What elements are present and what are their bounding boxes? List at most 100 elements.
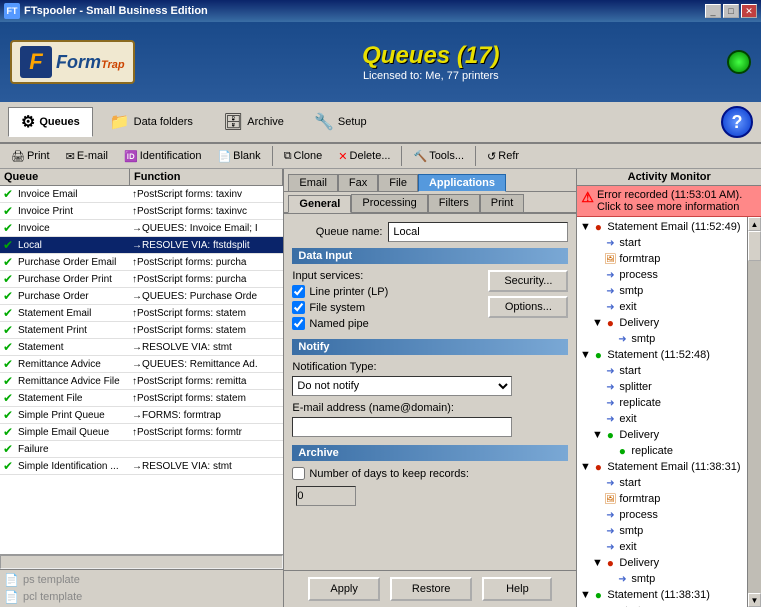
tree-item[interactable]: 🖼 formtrap <box>579 491 745 507</box>
archive-days-input[interactable] <box>296 486 356 506</box>
tab-print[interactable]: Print <box>480 194 525 212</box>
maximize-button[interactable]: □ <box>723 4 739 18</box>
refresh-button[interactable]: ↺ Refr <box>480 147 526 166</box>
email-address-input[interactable] <box>292 417 512 437</box>
tab-fax[interactable]: Fax <box>338 174 378 191</box>
tree-item[interactable]: ➜ start <box>579 475 745 491</box>
queue-item[interactable]: ✔ Invoice Print ↑PostScript forms: taxin… <box>0 203 283 220</box>
vscroll-up[interactable]: ▲ <box>748 217 761 231</box>
queue-item[interactable]: ✔ Statement →RESOLVE VIA: stmt <box>0 339 283 356</box>
queue-item[interactable]: ✔ Purchase Order →QUEUES: Purchase Orde <box>0 288 283 305</box>
tree-expand-icon[interactable]: ▼ <box>579 221 591 233</box>
tree-item[interactable]: ▼ ● Statement Email (11:38:31) <box>579 459 745 475</box>
tree-item[interactable]: ➜ exit <box>579 539 745 555</box>
close-button[interactable]: ✕ <box>741 4 757 18</box>
queue-item[interactable]: ✔ Remittance Advice →QUEUES: Remittance … <box>0 356 283 373</box>
tab-applications[interactable]: Applications <box>418 174 506 192</box>
queue-item[interactable]: ✔ Simple Identification ... →RESOLVE VIA… <box>0 458 283 475</box>
nav-archive[interactable]: 🗄 Archive <box>210 107 297 137</box>
queue-item[interactable]: ✔ Failure <box>0 441 283 458</box>
help-button[interactable]: ? <box>721 106 753 138</box>
tree-item[interactable]: ➜ splitter <box>579 379 745 395</box>
queue-status-icon: ✔ <box>0 254 16 270</box>
tab-file[interactable]: File <box>378 174 418 191</box>
help-form-button[interactable]: Help <box>482 577 552 601</box>
queue-name-input[interactable] <box>388 222 568 242</box>
queue-item[interactable]: ✔ Invoice →QUEUES: Invoice Email; I <box>0 220 283 237</box>
queue-item[interactable]: ✔ Statement Print ↑PostScript forms: sta… <box>0 322 283 339</box>
archive-checkbox[interactable] <box>292 467 305 480</box>
tab-email[interactable]: Email <box>288 174 338 191</box>
queue-item[interactable]: ✔ Statement Email ↑PostScript forms: sta… <box>0 305 283 322</box>
vscroll-down[interactable]: ▼ <box>748 593 761 607</box>
pcl-template[interactable]: 📄 pcl template <box>2 589 281 605</box>
activity-error[interactable]: ⚠ Error recorded (11:53:01 AM). Click to… <box>577 186 761 217</box>
tree-expand-icon[interactable]: ▼ <box>579 589 591 601</box>
minimize-button[interactable]: _ <box>705 4 721 18</box>
tree-vscrollbar[interactable]: ▲ ▼ <box>747 217 761 607</box>
tree-item[interactable]: ➜ exit <box>579 411 745 427</box>
tree-item[interactable]: ▼ ● Statement (11:38:31) <box>579 587 745 603</box>
tree-item[interactable]: ➜ smtp <box>579 523 745 539</box>
queue-item[interactable]: ✔ Simple Email Queue ↑PostScript forms: … <box>0 424 283 441</box>
blank-button[interactable]: 📄 Blank <box>210 147 267 166</box>
queue-item[interactable]: ✔ Statement File ↑PostScript forms: stat… <box>0 390 283 407</box>
tree-item[interactable]: ➜ process <box>579 507 745 523</box>
lp-checkbox[interactable] <box>292 285 305 298</box>
tree-item[interactable]: ▼ ● Delivery <box>579 555 745 571</box>
tree-item[interactable]: ➜ smtp <box>579 571 745 587</box>
setup-icon: 🔧 <box>314 112 334 132</box>
delete-button[interactable]: ✕ Delete... <box>331 147 397 166</box>
print-button[interactable]: 🖨 Print <box>4 147 57 166</box>
fs-checkbox[interactable] <box>292 301 305 314</box>
vscroll-thumb[interactable] <box>748 231 761 261</box>
tree-item[interactable]: ▼ ● Statement Email (11:52:49) <box>579 219 745 235</box>
notification-type-dropdown[interactable]: Do not notify <box>292 376 512 396</box>
queue-item[interactable]: ✔ Purchase Order Email ↑PostScript forms… <box>0 254 283 271</box>
tree-expand-icon[interactable]: ▼ <box>579 461 591 473</box>
clone-button[interactable]: ⧉ Clone <box>277 147 330 166</box>
app-title: FTspooler - Small Business Edition <box>24 5 208 17</box>
tab-filters[interactable]: Filters <box>428 194 480 212</box>
tools-button[interactable]: 🔨 Tools... <box>406 147 471 166</box>
tree-item[interactable]: ➜ smtp <box>579 283 745 299</box>
tab-processing[interactable]: Processing <box>351 194 427 212</box>
tree-item[interactable]: ➜ start <box>579 235 745 251</box>
options-button[interactable]: Options... <box>488 296 568 318</box>
queue-list-header: Queue Function <box>0 169 283 186</box>
tree-expand-icon[interactable]: ▼ <box>591 557 603 569</box>
tree-item[interactable]: ▼ ● Delivery <box>579 427 745 443</box>
np-checkbox[interactable] <box>292 317 305 330</box>
apply-button[interactable]: Apply <box>308 577 380 601</box>
nav-setup[interactable]: 🔧 Setup <box>301 107 380 137</box>
email-button[interactable]: ✉ E-mail <box>59 147 115 166</box>
ps-template[interactable]: 📄 ps template <box>2 572 281 588</box>
queue-func-cell <box>130 448 283 450</box>
tree-item[interactable]: ➜ start <box>579 603 745 607</box>
tree-item[interactable]: ➜ smtp <box>579 331 745 347</box>
queue-item[interactable]: ✔ Local →RESOLVE VIA: ftstdsplit <box>0 237 283 254</box>
queue-item[interactable]: ✔ Purchase Order Print ↑PostScript forms… <box>0 271 283 288</box>
queue-item[interactable]: ✔ Invoice Email ↑PostScript forms: taxin… <box>0 186 283 203</box>
nav-datafolders[interactable]: 📁 Data folders <box>97 107 206 137</box>
tree-item[interactable]: ▼ ● Statement (11:52:48) <box>579 347 745 363</box>
queue-item[interactable]: ✔ Remittance Advice File ↑PostScript for… <box>0 373 283 390</box>
tree-expand-icon[interactable]: ▼ <box>591 317 603 329</box>
tree-expand-icon[interactable]: ▼ <box>591 429 603 441</box>
queue-hscrollbar[interactable] <box>0 555 283 569</box>
tab-general[interactable]: General <box>288 195 351 213</box>
tree-item[interactable]: ➜ replicate <box>579 395 745 411</box>
identification-button[interactable]: 🆔 Identification <box>117 147 208 166</box>
tree-item[interactable]: ➜ exit <box>579 299 745 315</box>
tree-item[interactable]: ➜ process <box>579 267 745 283</box>
queue-item[interactable]: ✔ Simple Print Queue →FORMS: formtrap <box>0 407 283 424</box>
security-button[interactable]: Security... <box>488 270 568 292</box>
tree-item[interactable]: ▼ ● Delivery <box>579 315 745 331</box>
tree-item[interactable]: ➜ start <box>579 363 745 379</box>
tree-item[interactable]: 🖼 formtrap <box>579 251 745 267</box>
restore-button[interactable]: Restore <box>390 577 473 601</box>
tree-expand-icon[interactable]: ▼ <box>579 349 591 361</box>
nav-queues[interactable]: ⚙ Queues <box>8 107 93 137</box>
queue-func-cell: ↑PostScript forms: statem <box>130 392 283 405</box>
tree-item[interactable]: ● replicate <box>579 443 745 459</box>
